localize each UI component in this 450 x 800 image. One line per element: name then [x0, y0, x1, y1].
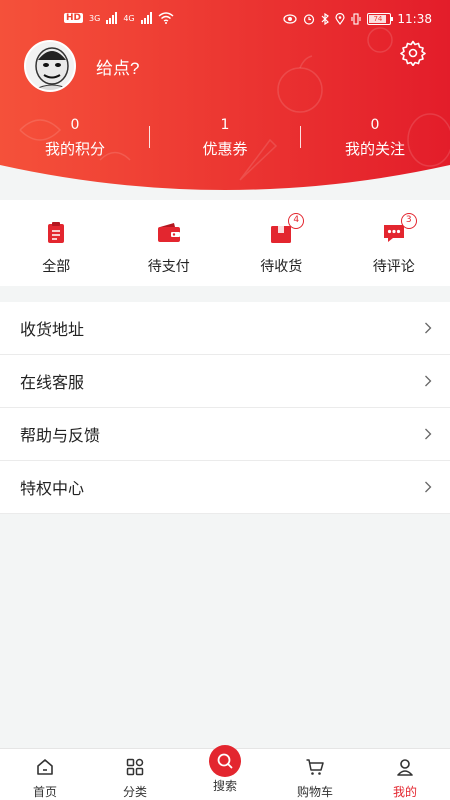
category-icon — [126, 758, 144, 776]
order-to-receive[interactable]: 4 待收货 — [225, 200, 338, 286]
stat-following[interactable]: 0 我的关注 — [300, 116, 450, 159]
stat-label: 优惠券 — [202, 140, 248, 158]
stat-coupons[interactable]: 1 优惠券 — [150, 116, 300, 159]
network-label-2: 4G — [123, 13, 135, 23]
status-right: 74 11:38 — [283, 12, 432, 26]
tab-label: 搜索 — [212, 779, 237, 793]
tab-label: 首页 — [32, 785, 57, 799]
menu-item-label: 特权中心 — [20, 479, 85, 498]
stats-row: 0 我的积分 1 优惠券 0 我的关注 — [0, 116, 450, 159]
menu-item-privileges[interactable]: 特权中心 — [0, 461, 450, 514]
tab-search[interactable]: 搜索 — [180, 745, 270, 800]
order-to-pay[interactable]: 待支付 — [113, 200, 226, 286]
avatar-meme-icon — [26, 42, 74, 90]
chevron-right-icon — [425, 428, 432, 440]
clipboard-icon — [48, 222, 65, 243]
username[interactable]: 给点? — [96, 54, 139, 79]
stat-value: 0 — [370, 117, 380, 133]
battery-level: 74 — [369, 15, 387, 23]
settings-button[interactable] — [400, 40, 426, 67]
settings-menu: 收货地址 在线客服 帮助与反馈 特权中心 — [0, 302, 450, 514]
signal-icon — [106, 12, 118, 24]
user-profile[interactable]: 给点? — [24, 40, 139, 92]
tab-home[interactable]: 首页 — [0, 749, 90, 800]
order-to-review[interactable]: 3 待评论 — [338, 200, 450, 286]
status-left: HD 3G 4G — [64, 12, 174, 24]
status-bar: HD 3G 4G 74 11:38 — [0, 8, 450, 32]
menu-item-help-feedback[interactable]: 帮助与反馈 — [0, 408, 450, 461]
tab-label: 购物车 — [296, 785, 333, 799]
tab-mine[interactable]: 我的 — [360, 749, 450, 800]
chevron-right-icon — [425, 322, 432, 334]
hd-badge: HD — [64, 13, 84, 23]
user-icon — [397, 759, 413, 776]
tab-label: 我的 — [392, 785, 417, 799]
battery-icon: 74 — [367, 13, 394, 25]
bottom-tab-bar: 首页 分类 搜索 购物车 我的 — [0, 745, 450, 800]
order-label: 待收货 — [260, 259, 303, 275]
order-label: 待支付 — [147, 259, 190, 275]
home-icon — [37, 759, 53, 775]
search-circle-button[interactable] — [209, 745, 241, 777]
order-label: 全部 — [42, 259, 71, 275]
avatar[interactable] — [24, 40, 76, 92]
order-label: 待评论 — [372, 259, 415, 275]
stat-value: 0 — [70, 117, 80, 133]
stat-value: 1 — [220, 117, 230, 133]
order-status-row: 全部 待支付 4 待收货 3 待评论 — [0, 200, 450, 286]
menu-item-address[interactable]: 收货地址 — [0, 302, 450, 355]
menu-item-label: 帮助与反馈 — [20, 426, 101, 445]
menu-item-customer-service[interactable]: 在线客服 — [0, 355, 450, 408]
chevron-right-icon — [425, 375, 432, 387]
menu-item-label: 收货地址 — [20, 320, 85, 339]
chevron-right-icon — [425, 481, 432, 493]
location-icon — [335, 13, 346, 25]
profile-header: HD 3G 4G 74 11:38 给点? 0 我的积分 1 优惠券 0 我的关… — [0, 0, 450, 200]
search-icon — [217, 753, 233, 769]
wallet-icon — [157, 223, 180, 242]
menu-item-label: 在线客服 — [20, 373, 85, 392]
eye-icon — [283, 14, 298, 24]
network-label-1: 3G — [89, 13, 101, 23]
stat-divider — [300, 126, 301, 148]
alarm-icon — [304, 14, 315, 25]
signal-icon-2 — [140, 12, 152, 24]
badge-count: 4 — [288, 213, 305, 229]
stat-label: 我的关注 — [344, 140, 405, 158]
badge-count: 3 — [400, 213, 417, 229]
gear-icon — [400, 40, 426, 67]
stat-divider — [149, 126, 150, 148]
wifi-icon — [158, 12, 174, 24]
tab-category[interactable]: 分类 — [90, 749, 180, 800]
tab-label: 分类 — [122, 785, 147, 799]
order-all[interactable]: 全部 — [0, 200, 113, 286]
stat-points[interactable]: 0 我的积分 — [0, 116, 150, 159]
cart-icon — [306, 759, 324, 775]
tab-cart[interactable]: 购物车 — [270, 749, 360, 800]
clock-time: 11:38 — [397, 12, 432, 26]
bluetooth-icon — [321, 13, 330, 25]
vibrate-icon — [351, 13, 361, 25]
stat-label: 我的积分 — [44, 140, 105, 158]
